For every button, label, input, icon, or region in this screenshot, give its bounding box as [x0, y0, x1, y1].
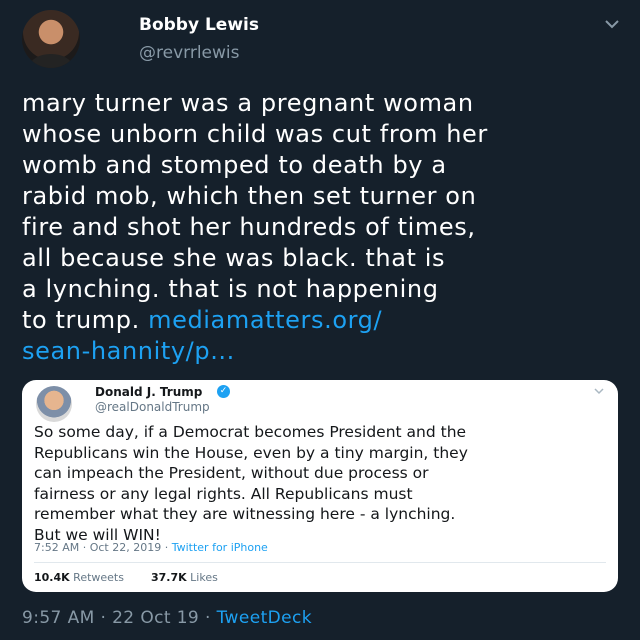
tweet-source-link[interactable]: TweetDeck	[217, 608, 312, 628]
author-handle[interactable]: @revrrlewis	[139, 43, 239, 63]
quoted-source-link[interactable]: Twitter for iPhone	[172, 541, 268, 554]
tweet-body: mary turner was a pregnant woman whose u…	[22, 89, 488, 334]
tweet-header: Bobby Lewis @revrrlewis	[22, 10, 622, 72]
chevron-down-icon[interactable]	[592, 384, 606, 398]
retweets-count[interactable]: 10.4K	[34, 571, 70, 584]
divider	[34, 562, 606, 563]
tweet-footer: 9:57 AM · 22 Oct 19 · TweetDeck	[22, 608, 312, 628]
quoted-tweet-text: So some day, if a Democrat becomes Presi…	[34, 423, 468, 544]
chevron-down-icon[interactable]	[602, 14, 622, 34]
quoted-tweet-meta: 7:52 AM · Oct 22, 2019 · Twitter for iPh…	[34, 541, 268, 554]
tweet-timestamp[interactable]: 9:57 AM · 22 Oct 19 ·	[22, 608, 217, 628]
quoted-author-avatar[interactable]	[36, 386, 72, 422]
retweets-label[interactable]: Retweets	[73, 571, 124, 584]
quoted-author-name[interactable]: Donald J. Trump	[95, 385, 202, 399]
quoted-tweet-stats: 10.4K Retweets 37.7K Likes	[34, 571, 218, 584]
quoted-author-handle[interactable]: @realDonaldTrump	[95, 400, 210, 414]
quoted-timestamp: 7:52 AM · Oct 22, 2019 ·	[34, 541, 172, 554]
author-name[interactable]: Bobby Lewis	[139, 15, 259, 35]
quoted-tweet-card[interactable]: Donald J. Trump ✓ @realDonaldTrump So so…	[22, 380, 618, 592]
author-avatar[interactable]	[22, 10, 80, 68]
likes-label[interactable]: Likes	[190, 571, 218, 584]
verified-badge-icon: ✓	[217, 385, 230, 398]
tweet-text: mary turner was a pregnant woman whose u…	[22, 88, 622, 367]
likes-count[interactable]: 37.7K	[151, 571, 187, 584]
